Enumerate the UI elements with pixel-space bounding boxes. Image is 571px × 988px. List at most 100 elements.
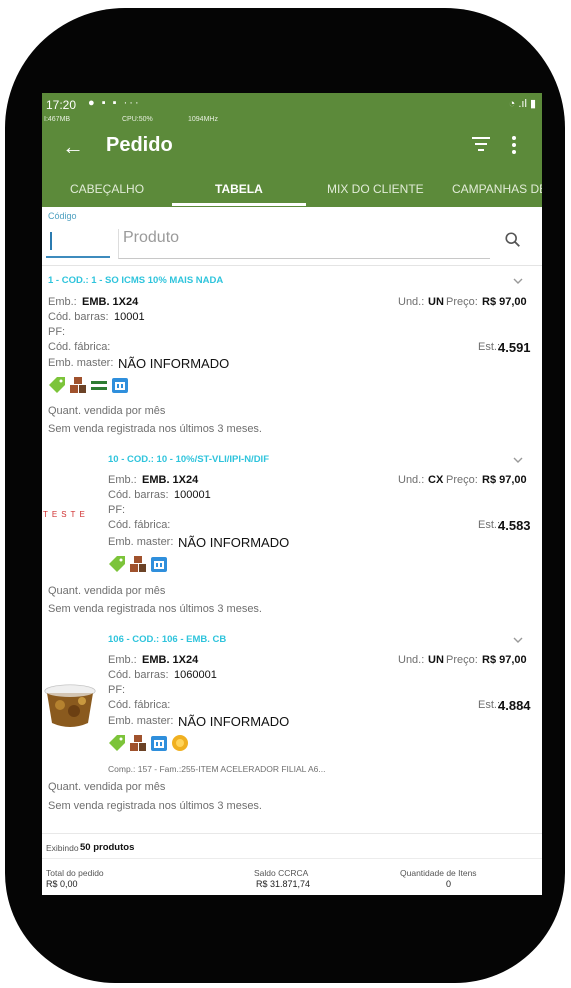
- preco-value: R$ 97,00: [482, 474, 527, 486]
- price-tag-icon: [109, 556, 125, 572]
- est-label: Est.:: [478, 699, 501, 711]
- quantidade-itens-label: Quantidade de Itens: [400, 868, 477, 878]
- preco-value: R$ 97,00: [482, 654, 527, 666]
- debug-memory: I:467MB: [44, 116, 71, 123]
- tab-mix-do-cliente[interactable]: MIX DO CLIENTE: [327, 182, 424, 196]
- debug-cpu: CPU:50%: [122, 116, 153, 123]
- debug-frequency: 1094MHz: [188, 116, 218, 123]
- product-badges: [108, 733, 189, 753]
- product-comp-fam: Comp.: 157 - Fam.:255-ITEM ACELERADOR FI…: [108, 764, 326, 774]
- cod-fabrica-label: Cód. fábrica:: [108, 519, 171, 531]
- cod-barras-value: 10001: [114, 311, 145, 323]
- cod-fabrica-label: Cód. fábrica:: [48, 341, 111, 353]
- und-value: CX: [428, 474, 444, 486]
- back-arrow-icon[interactable]: ←: [62, 134, 84, 160]
- page-title: Pedido: [106, 134, 173, 156]
- sun-badge-icon: [172, 735, 188, 751]
- more-vert-icon[interactable]: [512, 136, 516, 157]
- preco-label: Preço:: [446, 474, 478, 486]
- tab-campanhas[interactable]: CAMPANHAS DE: [452, 182, 542, 196]
- preco-label: Preço:: [446, 654, 478, 666]
- status-bar: 17:20 ● ▪ ▪ ··· ◔ .ıl ▮ I:467MB CPU:50% …: [42, 93, 542, 127]
- cod-barras-label: Cód. barras:: [108, 489, 169, 501]
- est-value: 4.884: [498, 698, 531, 713]
- sem-venda-text: Sem venda registrada nos últimos 3 meses…: [48, 800, 262, 812]
- chevron-down-icon[interactable]: [512, 455, 524, 465]
- price-tag-icon: [109, 735, 125, 751]
- sem-venda-text: Sem venda registrada nos últimos 3 meses…: [48, 603, 262, 615]
- pf-label: PF:: [48, 326, 66, 338]
- chevron-down-icon[interactable]: [512, 635, 524, 645]
- status-time: 17:20: [46, 98, 77, 112]
- product-header: 10 - COD.: 10 - 10%/ST-VLI/IPI-N/DIF: [108, 454, 270, 465]
- product-image-cup: [44, 684, 96, 727]
- signal-battery-icon: ◔ .ıl ▮: [508, 98, 536, 110]
- divider: [42, 833, 542, 834]
- und-label: Und.:: [398, 654, 425, 666]
- price-tag-icon: [49, 377, 65, 393]
- saldo-label: Saldo CCRCA: [254, 868, 309, 878]
- est-label: Est.:: [478, 341, 501, 353]
- exibindo-count: 50 produtos: [80, 842, 135, 853]
- quant-vendida-label: Quant. vendida por mês: [48, 585, 166, 597]
- pf-label: PF:: [108, 684, 126, 696]
- product-header: 106 - COD.: 106 - EMB. CB: [108, 634, 227, 645]
- sem-venda-text: Sem venda registrada nos últimos 3 meses…: [48, 423, 262, 435]
- cod-barras-label: Cód. barras:: [48, 311, 109, 323]
- quant-vendida-label: Quant. vendida por mês: [48, 781, 166, 793]
- product-header: 1 - COD.: 1 - SO ICMS 10% MAIS NADA: [48, 275, 224, 286]
- emb-label: Emb.:: [108, 654, 137, 666]
- emb-label: Emb.:: [48, 296, 77, 308]
- calendar-icon: [112, 378, 128, 393]
- quant-vendida-label: Quant. vendida por mês: [48, 405, 166, 417]
- search-icon[interactable]: [504, 231, 522, 249]
- quantidade-itens-value: 0: [446, 879, 452, 889]
- est-label: Est.:: [478, 519, 501, 531]
- divider: [42, 858, 542, 859]
- calendar-icon: [151, 736, 167, 751]
- und-value: UN: [428, 296, 444, 308]
- tab-indicator: [172, 203, 306, 206]
- est-value: 4.583: [498, 518, 531, 533]
- boxes-icon: [130, 735, 146, 751]
- emb-value: EMB. 1X24: [142, 474, 199, 486]
- filter-icon[interactable]: [472, 137, 490, 155]
- tab-bar: CABEÇALHO TABELA MIX DO CLIENTE CAMPANHA…: [42, 173, 542, 207]
- und-label: Und.:: [398, 474, 425, 486]
- notification-icons: ● ▪ ▪ ···: [88, 97, 141, 109]
- exibindo-label: Exibindo: [46, 843, 79, 853]
- codigo-label: Código: [48, 211, 77, 221]
- codigo-input[interactable]: [46, 224, 110, 258]
- preco-label: Preço:: [446, 296, 478, 308]
- calendar-icon: [151, 557, 167, 572]
- emb-master-value: NÃO INFORMADO: [178, 714, 290, 729]
- produto-search-input[interactable]: Produto: [118, 229, 490, 259]
- tab-cabecalho[interactable]: CABEÇALHO: [70, 182, 144, 196]
- est-value: 4.591: [498, 340, 531, 355]
- product-badges: [48, 375, 129, 395]
- cod-fabrica-label: Cód. fábrica:: [108, 699, 171, 711]
- emb-master-label: Emb. master:: [48, 357, 114, 369]
- pf-label: PF:: [108, 504, 126, 516]
- boxes-icon: [130, 556, 146, 572]
- cod-barras-label: Cód. barras:: [108, 669, 169, 681]
- app-screen: 17:20 ● ▪ ▪ ··· ◔ .ıl ▮ I:467MB CPU:50% …: [42, 93, 542, 895]
- cod-barras-value: 100001: [174, 489, 211, 501]
- saldo-value: R$ 31.871,74: [256, 879, 311, 889]
- emb-value: EMB. 1X24: [142, 654, 199, 666]
- app-bar: ← Pedido: [42, 127, 542, 173]
- emb-label: Emb.:: [108, 474, 137, 486]
- total-pedido-label: Total do pedido: [46, 868, 104, 878]
- boxes-icon: [70, 377, 86, 393]
- emb-master-label: Emb. master:: [108, 715, 174, 727]
- emb-value: EMB. 1X24: [82, 296, 139, 308]
- und-label: Und.:: [398, 296, 425, 308]
- divider: [42, 265, 542, 266]
- emb-master-label: Emb. master:: [108, 536, 174, 548]
- total-pedido-value: R$ 0,00: [46, 879, 78, 889]
- product-badges: [108, 554, 168, 574]
- chevron-down-icon[interactable]: [512, 276, 524, 286]
- text-caret: [50, 232, 52, 250]
- und-value: UN: [428, 654, 444, 666]
- tab-tabela[interactable]: TABELA: [215, 182, 263, 196]
